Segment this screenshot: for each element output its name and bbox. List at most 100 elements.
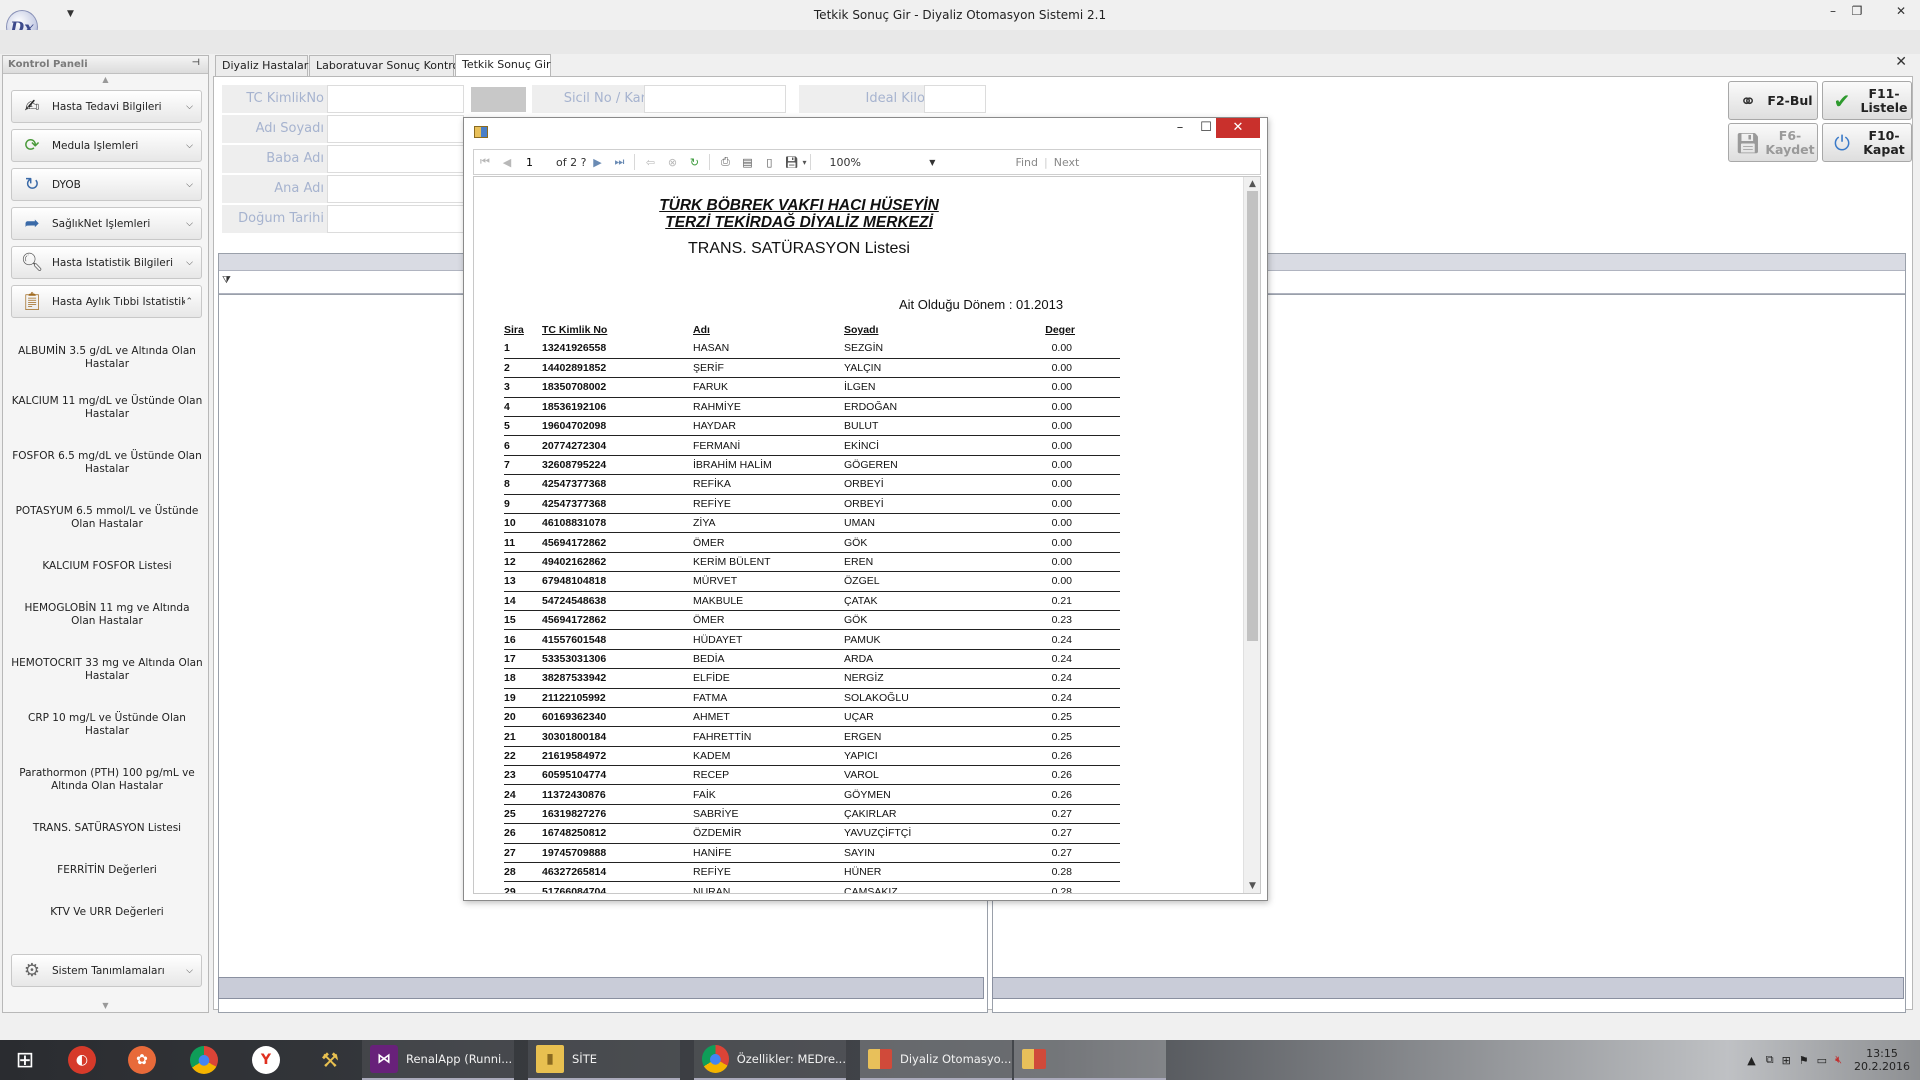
tab-diyaliz-hastalari[interactable]: Diyaliz Hastaları	[215, 55, 311, 76]
cell-sira: 1	[504, 339, 542, 359]
submenu-pth[interactable]: Parathormon (PTH) 100 pg/mL ve Altında O…	[11, 752, 203, 807]
submenu-crp[interactable]: CRP 10 mg/L ve Üstünde Olan Hastalar	[11, 697, 203, 752]
save-button[interactable]: 💾︎ F6- Kaydet	[1728, 123, 1818, 162]
page-number-input[interactable]	[518, 153, 552, 171]
submenu-kalcium-fosfor[interactable]: KALCIUM FOSFOR Listesi	[11, 545, 203, 587]
submenu-kalcium[interactable]: KALCIUM 11 mg/dL ve Üstünde Olan Hastala…	[11, 380, 203, 435]
back-icon[interactable]: ⇦	[641, 153, 659, 171]
nav-sagliknet[interactable]: ➦ SağlıkNet İşlemleri ⌵	[11, 207, 202, 240]
action-center-icon[interactable]: ⊞	[1782, 1054, 1791, 1067]
battery-icon[interactable]: ▭	[1817, 1054, 1827, 1067]
cell-tc-kimlik: 60169362340	[542, 707, 693, 728]
sicil-no-input[interactable]	[644, 85, 786, 113]
scroll-up-icon[interactable]: ▲	[3, 74, 208, 86]
nav-hasta-istatistik[interactable]: 🔍︎ Hasta İstatistik Bilgileri ⌵	[11, 246, 202, 279]
dogum-tarihi-input[interactable]	[327, 205, 464, 233]
adi-soyadi-input[interactable]	[327, 115, 464, 143]
cell-deger: 0.00	[1019, 377, 1120, 398]
taskbar-tools[interactable]: ⚒	[310, 1040, 350, 1080]
tab-tetkik-sonuc-gir[interactable]: Tetkik Sonuç Gir	[455, 54, 551, 77]
next-link[interactable]: Next	[1054, 156, 1080, 169]
last-page-icon[interactable]: ⏭	[610, 153, 628, 171]
nav-sistem-tanimlamalari[interactable]: ⚙ Sistem Tanımlamaları ⌵	[11, 954, 202, 987]
taskbar-diyaliz-otomasyon[interactable]: Diyaliz Otomasyo...	[860, 1040, 1012, 1080]
submenu-ktv-urr[interactable]: KTV Ve URR Değerleri	[11, 891, 203, 933]
taskbar-report-viewer[interactable]	[1014, 1040, 1166, 1080]
submenu-potasyum[interactable]: POTASYUM 6.5 mmol/L ve Üstünde Olan Hast…	[11, 490, 203, 545]
taskbar-renalapp[interactable]: ⋈ RenalApp (Runni...	[362, 1040, 514, 1080]
cell-soyadi: HÜNER	[844, 862, 1019, 883]
previous-page-icon[interactable]: ◀	[498, 153, 516, 171]
tab-laboratuvar-sonuc-kontrol[interactable]: Laboratuvar Sonuç Kontrol	[309, 55, 462, 76]
export-icon[interactable]: 💾︎	[782, 153, 800, 171]
flag-icon[interactable]: ⚑	[1799, 1054, 1809, 1067]
cell-soyadi: ORBEYİ	[844, 494, 1019, 515]
cell-adi: MAKBULE	[693, 591, 844, 611]
cell-deger: 0.24	[1019, 629, 1120, 650]
ideal-kilo-input[interactable]	[924, 85, 986, 113]
export-dropdown-icon[interactable]: ▾	[802, 158, 806, 167]
minimize-button[interactable]: –	[1820, 2, 1846, 22]
network-icon[interactable]: ⧉	[1766, 1053, 1774, 1067]
chevron-down-icon: ⌵	[186, 101, 193, 112]
report-table-header: Sira TC Kimlik No Adı Soyadı Deger	[504, 321, 1120, 339]
page-setup-icon[interactable]: ▯	[760, 153, 778, 171]
submenu-fosfor[interactable]: FOSFOR 6.5 mg/dL ve Üstünde Olan Hastala…	[11, 435, 203, 490]
print-layout-icon[interactable]: ▤	[738, 153, 756, 171]
baba-adi-input[interactable]	[327, 145, 464, 173]
submenu-hemoglobin[interactable]: HEMOGLOBİN 11 mg ve Altında Olan Hastala…	[11, 587, 203, 642]
taskbar-chrome-medre[interactable]: ● Özellikler: MEDre...	[694, 1040, 846, 1080]
scroll-up-icon[interactable]: ▲	[1244, 179, 1260, 189]
control-panel-title: Kontrol Paneli	[8, 59, 88, 70]
submenu-hemotocrit[interactable]: HEMOTOCRIT 33 mg ve Altında Olan Hastala…	[11, 642, 203, 697]
tray-expand-icon[interactable]: ▲	[1747, 1054, 1755, 1067]
taskbar-yandex[interactable]: Y	[246, 1040, 286, 1080]
clock[interactable]: 13:15 20.2.2016	[1854, 1047, 1910, 1073]
dialog-titlebar: – ☐ ✕	[464, 118, 1267, 148]
scroll-down-icon[interactable]: ▼	[1244, 881, 1260, 891]
close-tab-icon[interactable]: ✕	[1895, 54, 1907, 70]
submenu-trans-saturasyon[interactable]: TRANS. SATÜRASYON Listesi	[11, 807, 203, 849]
filter-icon[interactable]: ⧩	[222, 275, 231, 286]
find-link[interactable]: Find	[1015, 156, 1038, 169]
taskbar-paint[interactable]: ✿	[122, 1040, 162, 1080]
submenu-albumin[interactable]: ALBUMİN 3.5 g/dL ve Altında Olan Hastala…	[11, 336, 203, 380]
label-ideal-kilo: Ideal Kilo	[799, 85, 931, 113]
restore-button[interactable]: ❐	[1844, 2, 1870, 22]
next-page-icon[interactable]: ▶	[588, 153, 606, 171]
nav-medula[interactable]: ⟳ Medula İşlemleri ⌵	[11, 129, 202, 162]
start-button[interactable]: ⊞	[8, 1040, 42, 1080]
taskbar-chrome[interactable]: ●	[184, 1040, 224, 1080]
volume-muted-icon[interactable]: 🔇︎	[1835, 1053, 1842, 1067]
table-row: 14 54724548638 MAKBULE ÇATAK 0.21	[504, 591, 1120, 611]
find-button[interactable]: ⚭ F2-Bul	[1728, 81, 1818, 120]
cell-tc-kimlik: 20774272304	[542, 435, 693, 456]
find-input[interactable]	[949, 153, 1010, 171]
dialog-close-button[interactable]: ✕	[1216, 118, 1260, 138]
nav-hasta-tedavi[interactable]: ✍ Hasta Tedavi Bilgileri ⌵	[11, 90, 202, 123]
nav-hasta-aylik[interactable]: 📋︎ Hasta Aylık Tıbbi İstatistikle ⌃	[11, 285, 202, 318]
table-row: 9 42547377368 REFİYE ORBEYİ 0.00	[504, 494, 1120, 515]
scroll-thumb[interactable]	[1247, 191, 1258, 641]
close-button[interactable]: ⏻ F10- Kapat	[1822, 123, 1912, 162]
first-page-icon[interactable]: ⏮	[476, 153, 494, 171]
pin-icon[interactable]: ⊣	[192, 58, 200, 68]
zoom-select[interactable]: 100% ▼	[829, 153, 940, 171]
refresh-icon[interactable]: ↻	[685, 153, 703, 171]
tc-kimlik-input[interactable]	[327, 85, 464, 113]
taskbar-site-folder[interactable]: ▮ SİTE	[528, 1040, 680, 1080]
scroll-down-icon[interactable]: ▼	[3, 1000, 208, 1012]
list-button[interactable]: ✔ F11- Listele	[1822, 81, 1912, 120]
stop-icon[interactable]: ⊗	[663, 153, 681, 171]
submenu-ferritin[interactable]: FERRİTİN Değerleri	[11, 849, 203, 891]
ana-adi-input[interactable]	[327, 175, 464, 203]
yandex-icon: Y	[252, 1046, 280, 1074]
close-window-button[interactable]: ✕	[1888, 2, 1914, 22]
cell-soyadi: NERGİZ	[844, 668, 1019, 689]
cell-soyadi: GÖGEREN	[844, 455, 1019, 476]
report-scrollbar[interactable]: ▲ ▼	[1243, 177, 1260, 893]
nav-dyob[interactable]: ↻ DYOB ⌵	[11, 168, 202, 201]
taskbar-antivirus[interactable]: ◐	[62, 1040, 102, 1080]
label-adi-soyadi: Adı Soyadı	[222, 115, 330, 143]
print-icon[interactable]: ⎙	[716, 153, 734, 171]
